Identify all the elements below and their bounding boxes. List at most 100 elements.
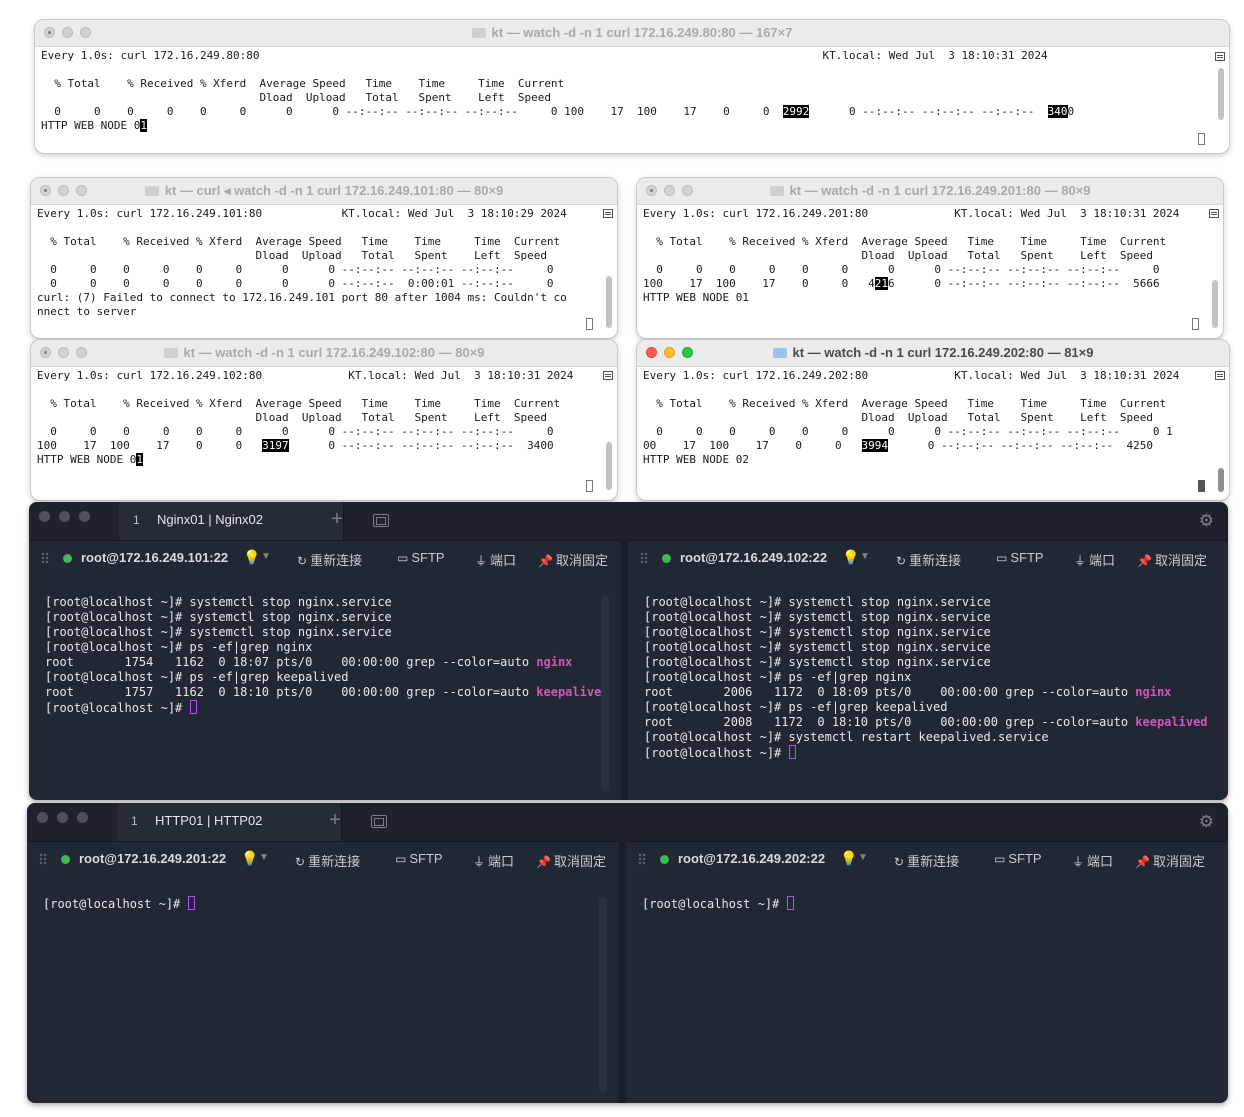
terminal-window-201[interactable]: kt — watch -d -n 1 curl 172.16.249.201:8… [636,177,1224,339]
lightbulb-icon[interactable]: 💡 [840,850,857,867]
folder-icon [471,28,486,38]
title-bar[interactable]: kt — curl ◂ watch -d -n 1 curl 172.16.24… [31,178,617,205]
drag-handle-icon[interactable] [640,552,648,564]
close-button[interactable] [37,812,48,823]
drag-handle-icon[interactable] [39,853,47,865]
plug-icon: ⏚ [1072,855,1085,869]
reconnect-button[interactable]: ↻ 重新连接 [295,851,360,870]
terminal-window-101[interactable]: kt — curl ◂ watch -d -n 1 curl 172.16.24… [30,177,618,339]
unpin-button[interactable]: 📌 取消固定 [1135,851,1205,870]
chevron-down-icon[interactable]: ▼ [858,852,868,863]
lightbulb-icon[interactable]: 💡 [241,850,258,867]
terminal-cursor: 1 [140,119,147,132]
terminal-output: Every 1.0s: curl 172.16.249.102:80 KT.lo… [37,369,574,466]
reconnect-button[interactable]: ↻ 重新连接 [297,550,362,569]
scrollbar[interactable] [1218,68,1224,120]
tab-http[interactable]: 1 HTTP01 | HTTP02 [117,803,342,841]
unpin-button[interactable]: 📌 取消固定 [536,851,606,870]
folder-icon: ▭ [994,852,1006,866]
cursor-indicator [1198,133,1205,145]
terminal-output: Every 1.0s: curl 172.16.249.101:80 KT.lo… [37,207,567,318]
ssh-output: [root@localhost ~]# [27,896,619,912]
pane-header: root@172.16.249.202:22 💡 ▼ ↻ 重新连接 ▭ SFTP ⏚… [626,841,1228,877]
scrollbar[interactable] [601,596,609,792]
sftp-button[interactable]: ▭ SFTP [994,851,1042,866]
menu-icon[interactable] [1215,52,1225,61]
close-button[interactable] [39,511,50,522]
chevron-down-icon[interactable]: ▼ [860,551,870,562]
plug-icon: ⏚ [1074,554,1087,568]
ssh-window-nginx[interactable]: 1 Nginx01 | Nginx02 + ⚙ root@172.16.249.… [29,502,1228,800]
scrollbar[interactable] [606,276,612,328]
terminal-window-102[interactable]: kt — watch -d -n 1 curl 172.16.249.102:8… [30,339,618,501]
menu-icon[interactable] [603,371,613,380]
title-bar[interactable]: kt — watch -d -n 1 curl 172.16.249.201:8… [637,178,1223,205]
scrollbar[interactable] [1218,468,1224,492]
window-layout-icon[interactable] [371,815,387,828]
changed-value: 3994 [861,439,889,452]
reconnect-button[interactable]: ↻ 重新连接 [894,851,959,870]
scrollbar[interactable] [1212,280,1218,328]
terminal-cursor [187,896,195,910]
minimize-button[interactable] [57,812,68,823]
minimize-button[interactable] [59,511,70,522]
pin-icon: 📌 [1135,855,1150,869]
zoom-button[interactable] [77,812,88,823]
drag-handle-icon[interactable] [638,853,646,865]
new-tab-button[interactable]: + [325,809,345,832]
zoom-button[interactable] [79,511,90,522]
gear-icon[interactable]: ⚙ [1199,812,1214,832]
pin-icon: 📌 [1137,554,1152,568]
connected-status-icon [662,554,671,563]
pane-right[interactable]: root@172.16.249.102:22 💡 ▼ ↻ 重新连接 ▭ SFTP ⏚… [628,540,1228,800]
folder-icon [772,348,787,358]
port-button[interactable]: ⏚ 端口 [473,851,514,870]
tab-nginx[interactable]: 1 Nginx01 | Nginx02 [119,502,344,540]
port-button[interactable]: ⏚ 端口 [475,550,516,569]
menu-icon[interactable] [603,209,613,218]
chevron-down-icon[interactable]: ▼ [259,852,269,863]
menu-icon[interactable] [1215,371,1225,380]
title-bar[interactable]: kt — watch -d -n 1 curl 172.16.249.102:8… [31,340,617,367]
lightbulb-icon[interactable]: 💡 [842,549,859,566]
menu-icon[interactable] [1209,209,1219,218]
gear-icon[interactable]: ⚙ [1199,511,1214,531]
ssh-window-http[interactable]: 1 HTTP01 | HTTP02 + ⚙ root@172.16.249.20… [27,803,1228,1103]
pane-left[interactable]: root@172.16.249.201:22 💡 ▼ ↻ 重新连接 ▭ SFTP ⏚… [27,841,619,1103]
lightbulb-icon[interactable]: 💡 [243,549,260,566]
new-tab-button[interactable]: + [327,508,347,531]
sftp-button[interactable]: ▭ SFTP [395,851,443,866]
unpin-button[interactable]: 📌 取消固定 [538,550,608,569]
window-title: kt — watch -d -n 1 curl 172.16.249.102:8… [183,345,485,360]
pane-divider[interactable] [619,841,626,1103]
changed-value: 2992 [782,105,810,118]
window-layout-icon[interactable] [373,514,389,527]
title-bar[interactable]: kt — watch -d -n 1 curl 172.16.249.80:80… [35,20,1229,47]
pane-right[interactable]: root@172.16.249.202:22 💡 ▼ ↻ 重新连接 ▭ SFTP ⏚… [626,841,1228,1103]
ssh-output: [root@localhost ~]# [626,896,1228,912]
pin-icon: 📌 [538,554,553,568]
sftp-button[interactable]: ▭ SFTP [397,550,445,565]
chevron-down-icon[interactable]: ▼ [261,551,271,562]
drag-handle-icon[interactable] [41,552,49,564]
tab-bar: 1 HTTP01 | HTTP02 + ⚙ [27,803,1228,842]
connected-status-icon [660,855,669,864]
host-label: root@172.16.249.102:22 [680,550,828,565]
port-button[interactable]: ⏚ 端口 [1072,851,1113,870]
scrollbar[interactable] [606,442,612,490]
host-label: root@172.16.249.101:22 [81,550,229,565]
pane-left[interactable]: root@172.16.249.101:22 💡 ▼ ↻ 重新连接 ▭ SFTP ⏚… [29,540,621,800]
terminal-window-80[interactable]: kt — watch -d -n 1 curl 172.16.249.80:80… [34,19,1230,154]
folder-icon: ▭ [397,551,409,565]
window-title: kt — watch -d -n 1 curl 172.16.249.201:8… [789,183,1091,198]
pane-divider[interactable] [621,540,628,800]
sftp-button[interactable]: ▭ SFTP [996,550,1044,565]
unpin-button[interactable]: 📌 取消固定 [1137,550,1207,569]
reconnect-button[interactable]: ↻ 重新连接 [896,550,961,569]
port-button[interactable]: ⏚ 端口 [1074,550,1115,569]
ssh-output: [root@localhost ~]# systemctl stop nginx… [644,595,1208,760]
terminal-window-202[interactable]: kt — watch -d -n 1 curl 172.16.249.202:8… [636,339,1230,501]
scrollbar[interactable] [599,897,607,1093]
title-bar[interactable]: kt — watch -d -n 1 curl 172.16.249.202:8… [637,340,1229,367]
window-title: kt — watch -d -n 1 curl 172.16.249.80:80… [491,25,793,40]
